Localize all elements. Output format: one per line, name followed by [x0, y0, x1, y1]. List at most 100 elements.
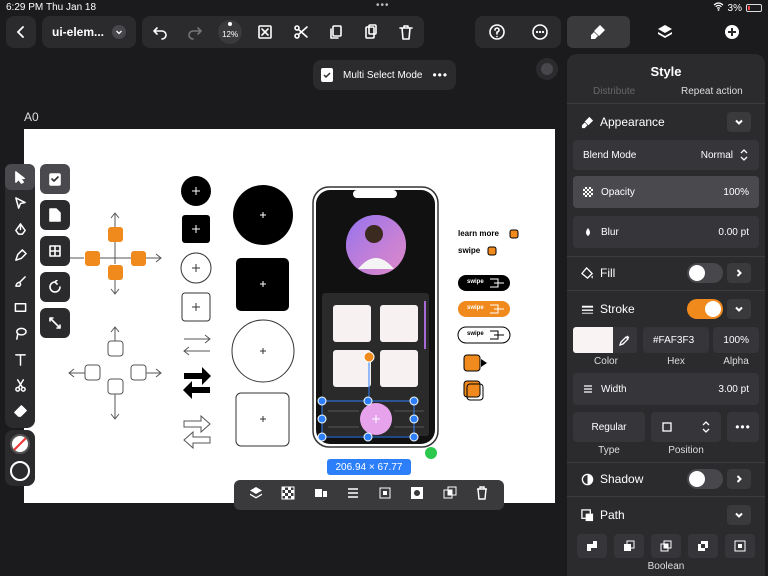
- stroke-header: Stroke: [581, 302, 635, 316]
- pen-tool[interactable]: [5, 216, 35, 242]
- pencil-icon: [14, 248, 27, 261]
- copy-subtool[interactable]: [40, 200, 70, 230]
- group-button[interactable]: [443, 486, 457, 505]
- paste-button[interactable]: [354, 16, 389, 48]
- eraser-tool[interactable]: [5, 398, 35, 424]
- help-button[interactable]: [475, 16, 518, 48]
- multi-select-mode-pill[interactable]: Multi Select Mode •••: [313, 60, 456, 90]
- stroke-alpha-field[interactable]: 100%: [713, 327, 759, 353]
- pattern-button[interactable]: [281, 486, 295, 505]
- scale-subtool[interactable]: [40, 308, 70, 338]
- stroke-swatch[interactable]: [10, 461, 30, 481]
- distribute-label: Distribute: [593, 86, 636, 97]
- brush-tool[interactable]: [5, 268, 35, 294]
- select-subtools: [40, 164, 72, 344]
- wifi-icon: [713, 2, 724, 14]
- text-tool[interactable]: [5, 346, 35, 372]
- blur-slider[interactable]: Blur 0.00 pt: [573, 216, 759, 248]
- select-tool[interactable]: [5, 164, 35, 190]
- scissors-tool[interactable]: [5, 372, 35, 398]
- stroke-more-button[interactable]: •••: [727, 412, 759, 442]
- battery-icon: [746, 4, 762, 12]
- delete-contents-button[interactable]: [248, 16, 283, 48]
- selection-size-badge: 206.94 × 67.77: [327, 459, 411, 475]
- pointer-icon: [14, 170, 25, 184]
- boolean-divide-button[interactable]: [725, 534, 756, 558]
- copy-button[interactable]: [318, 16, 353, 48]
- small-button-column: [180, 176, 212, 450]
- chevron-left-icon: [16, 26, 24, 38]
- more-circle-icon: [531, 24, 548, 40]
- inspector-tabs: [567, 16, 767, 48]
- multitask-dots-icon[interactable]: •••: [376, 0, 390, 11]
- crop-button[interactable]: [378, 486, 392, 505]
- panel-title: Style: [650, 64, 682, 79]
- zoom-indicator: 12%: [218, 20, 243, 44]
- eyedropper-button[interactable]: [613, 327, 637, 353]
- mode-more-icon[interactable]: •••: [432, 68, 448, 82]
- selection-action-bar: [234, 480, 504, 510]
- mask-button[interactable]: [410, 486, 424, 505]
- direct-select-tool[interactable]: [5, 190, 35, 216]
- artboard-canvas[interactable]: learn more swipe swipe swipe swipe: [24, 129, 555, 503]
- trash-button[interactable]: [389, 16, 424, 48]
- appearance-collapse-button[interactable]: [727, 112, 751, 132]
- pencil-tool[interactable]: [5, 242, 35, 268]
- fill-toggle[interactable]: [687, 263, 723, 283]
- group-icon: [443, 486, 457, 498]
- width-lines-icon: [584, 385, 592, 393]
- multi-select-subtool[interactable]: [40, 164, 70, 194]
- stroke-color-swatch[interactable]: [573, 327, 613, 353]
- scroll-thumb[interactable]: [536, 58, 558, 80]
- boolean-union-button[interactable]: [576, 534, 607, 558]
- help-toolbar: [475, 16, 561, 48]
- more-button[interactable]: [518, 16, 561, 48]
- edit-toolbar: 12%: [142, 16, 424, 48]
- stroke-toggle[interactable]: [687, 299, 723, 319]
- tab-add[interactable]: [700, 16, 763, 48]
- zoom-button[interactable]: 12%: [213, 16, 248, 48]
- chevron-down-icon: [112, 25, 127, 39]
- boolean-exclude-button[interactable]: [688, 534, 719, 558]
- fill-none-swatch[interactable]: [10, 434, 30, 454]
- path-collapse-button[interactable]: [727, 505, 751, 525]
- shadow-toggle[interactable]: [687, 469, 723, 489]
- repeat-action-button[interactable]: Repeat action: [681, 86, 743, 97]
- shadow-expand-button[interactable]: [727, 469, 751, 489]
- stroke-width-slider[interactable]: Width 3.00 pt: [573, 373, 759, 405]
- fill-expand-button[interactable]: [727, 263, 751, 283]
- copy-icon: [330, 25, 342, 39]
- cut-button[interactable]: [283, 16, 318, 48]
- undo-button[interactable]: [142, 16, 177, 48]
- stack-icon: [250, 486, 263, 498]
- delete-selection-button[interactable]: [475, 485, 489, 505]
- stroke-position-select[interactable]: [651, 412, 721, 442]
- layers-icon: [658, 25, 672, 38]
- boolean-intersect-button[interactable]: [650, 534, 681, 558]
- redo-button[interactable]: [177, 16, 212, 48]
- rotate-subtool[interactable]: [40, 272, 70, 302]
- stroke-collapse-button[interactable]: [727, 299, 751, 319]
- stroke-hex-field[interactable]: #FAF3F3: [643, 327, 709, 353]
- swipe-pill-orange: swipe: [467, 305, 484, 311]
- opacity-slider[interactable]: Opacity 100%: [573, 176, 759, 208]
- lasso-tool[interactable]: [5, 320, 35, 346]
- blend-mode-select[interactable]: Blend Mode Normal: [573, 140, 759, 170]
- grid-subtool[interactable]: [40, 236, 70, 266]
- tab-layers[interactable]: [634, 16, 697, 48]
- boolean-subtract-button[interactable]: [613, 534, 644, 558]
- alpha-label: Alpha: [723, 356, 749, 367]
- document-name-button[interactable]: ui-elem...: [42, 16, 136, 48]
- shape-tool[interactable]: [5, 294, 35, 320]
- distribute-button[interactable]: [314, 486, 328, 505]
- stroke-type-select[interactable]: Regular: [573, 412, 645, 442]
- eraser-icon: [13, 404, 27, 417]
- tab-style[interactable]: [567, 16, 630, 48]
- trash-icon: [399, 25, 414, 40]
- updown-chevron-icon: [740, 149, 748, 161]
- clipboard-icon: [49, 173, 61, 186]
- layers-action-button[interactable]: [249, 486, 263, 505]
- align-button[interactable]: [346, 486, 360, 505]
- distribute-icon: [314, 488, 327, 497]
- back-button[interactable]: [6, 16, 36, 48]
